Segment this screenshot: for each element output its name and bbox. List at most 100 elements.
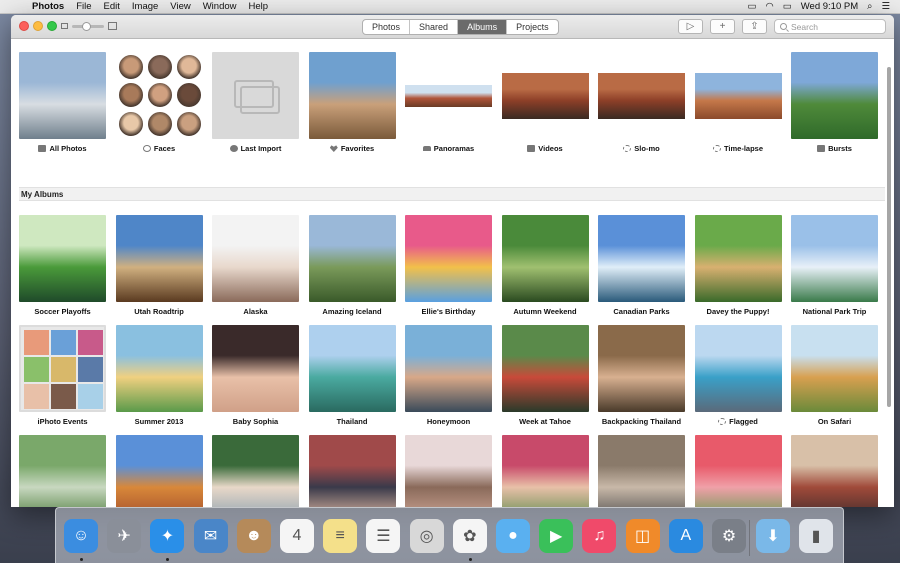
system-preferences-icon[interactable]: ⚙	[712, 519, 746, 553]
album-bursts[interactable]: Bursts	[791, 52, 878, 153]
album-tile[interactable]	[501, 435, 589, 507]
slideshow-button[interactable]: ▷	[678, 19, 703, 34]
finder-icon[interactable]: ☺	[64, 519, 98, 553]
face-thumbnail[interactable]	[175, 54, 202, 80]
face-thumbnail[interactable]	[117, 54, 144, 80]
album-national-park-trip[interactable]: National Park Trip	[791, 215, 878, 316]
notes-icon[interactable]: ≡	[323, 519, 358, 553]
close-button[interactable]	[19, 21, 29, 31]
album-ellie-s-birthday[interactable]: Ellie's Birthday	[405, 215, 492, 316]
tab-photos[interactable]: Photos	[363, 20, 411, 34]
album-on-safari[interactable]: On Safari	[791, 325, 878, 426]
itunes-icon[interactable]: ♫	[582, 519, 617, 553]
album-summer-2013[interactable]: Summer 2013	[115, 325, 203, 426]
album-honeymoon[interactable]: Honeymoon	[405, 325, 492, 426]
menu-help[interactable]: Help	[243, 1, 275, 12]
zoom-knob[interactable]	[82, 21, 91, 31]
album-tile[interactable]	[212, 435, 299, 507]
menu-image[interactable]: Image	[126, 1, 164, 12]
minimize-button[interactable]	[33, 21, 43, 31]
notification-center-icon[interactable]: ☰	[881, 1, 890, 12]
add-button[interactable]: +	[710, 19, 735, 34]
album-davey-the-puppy[interactable]: Davey the Puppy!	[694, 215, 782, 316]
face-thumbnail[interactable]	[175, 82, 202, 109]
face-thumbnail[interactable]	[146, 82, 173, 109]
album-backpacking-thailand[interactable]: Backpacking Thailand	[598, 325, 685, 426]
clock[interactable]: Wed 9:10 PM	[801, 1, 858, 12]
album-all-photos[interactable]: All Photos	[19, 52, 106, 153]
album-thailand[interactable]: Thailand	[308, 325, 396, 426]
fullscreen-button[interactable]	[47, 21, 57, 31]
menu-file[interactable]: File	[70, 1, 97, 12]
menu-window[interactable]: Window	[197, 1, 243, 12]
search-field[interactable]: Search	[774, 19, 886, 34]
album-tile[interactable]	[598, 435, 685, 507]
zoom-in-icon	[108, 22, 117, 30]
tab-shared[interactable]: Shared	[410, 20, 459, 34]
album-tile[interactable]	[694, 435, 782, 507]
album-slo-mo[interactable]: Slo-mo	[598, 52, 685, 153]
launchpad-icon[interactable]: ✈	[107, 519, 142, 553]
album-label-text: Backpacking Thailand	[601, 417, 682, 426]
face-thumbnail[interactable]	[146, 54, 173, 80]
album-iphoto-events[interactable]: iPhoto Events	[19, 325, 106, 426]
album-time-lapse[interactable]: Time-lapse	[694, 52, 782, 153]
mail-icon[interactable]: ✉	[193, 519, 228, 553]
album-utah-roadtrip[interactable]: Utah Roadtrip	[115, 215, 203, 316]
album-faces[interactable]: Faces	[116, 52, 203, 153]
downloads-folder-icon[interactable]: ⬇	[756, 519, 790, 553]
event-photo	[78, 384, 103, 409]
menu-edit[interactable]: Edit	[98, 1, 126, 12]
preview-icon[interactable]: ◎	[409, 519, 444, 553]
face-thumbnail[interactable]	[175, 110, 202, 137]
trash-icon[interactable]: ▮	[799, 519, 833, 553]
face-thumbnail[interactable]	[117, 82, 144, 109]
album-videos[interactable]: Videos	[501, 52, 589, 153]
album-thumbnail	[19, 435, 106, 507]
album-label-text: Slo-mo	[634, 144, 660, 153]
album-flagged[interactable]: Flagged	[694, 325, 782, 426]
facetime-icon[interactable]: ▶	[539, 519, 574, 553]
menu-app-name[interactable]: Photos	[26, 1, 70, 12]
messages-icon[interactable]: ●	[496, 519, 530, 553]
album-thumbnail	[19, 52, 106, 139]
menu-view[interactable]: View	[164, 1, 196, 12]
album-baby-sophia[interactable]: Baby Sophia	[212, 325, 299, 426]
album-tile[interactable]	[791, 435, 878, 507]
reminders-icon[interactable]: ☰	[366, 519, 401, 553]
album-last-import[interactable]: Last Import	[212, 52, 299, 153]
face-thumbnail[interactable]	[146, 110, 173, 137]
photos-icon[interactable]: ✿	[452, 519, 487, 553]
spotlight-icon[interactable]: ⌕	[867, 1, 872, 12]
album-tile[interactable]	[115, 435, 203, 507]
album-favorites[interactable]: Favorites	[308, 52, 396, 153]
album-panoramas[interactable]: Panoramas	[405, 52, 492, 153]
calendar-icon[interactable]: 4	[280, 519, 314, 553]
album-label-text: National Park Trip	[802, 307, 867, 316]
face-thumbnail[interactable]	[117, 110, 144, 137]
album-soccer-playoffs[interactable]: Soccer Playoffs	[19, 215, 106, 316]
tab-albums[interactable]: Albums	[458, 20, 508, 34]
album-autumn-weekend[interactable]: Autumn Weekend	[501, 215, 589, 316]
appstore-icon[interactable]: A	[668, 519, 703, 553]
album-tile[interactable]	[405, 435, 492, 507]
zoom-slider[interactable]	[61, 21, 117, 31]
safari-icon[interactable]: ✦	[150, 519, 185, 553]
album-label: Thailand	[309, 417, 396, 426]
tab-projects[interactable]: Projects	[507, 20, 558, 34]
album-tile[interactable]	[308, 435, 396, 507]
album-alaska[interactable]: Alaska	[212, 215, 299, 316]
album-thumbnail	[115, 215, 203, 302]
wifi-icon[interactable]: ◠	[765, 1, 773, 12]
scrollbar[interactable]	[887, 67, 891, 407]
album-week-at-tahoe[interactable]: Week at Tahoe	[501, 325, 589, 426]
share-button[interactable]: ⇪	[742, 19, 767, 34]
ibooks-icon[interactable]: ◫	[625, 519, 660, 553]
contacts-icon[interactable]: ☻	[236, 519, 271, 553]
battery-icon[interactable]: ▭	[783, 1, 792, 12]
album-amazing-iceland[interactable]: Amazing Iceland	[308, 215, 396, 316]
airplay-icon[interactable]: ▭	[747, 1, 756, 12]
album-tile[interactable]	[19, 435, 106, 507]
album-canadian-parks[interactable]: Canadian Parks	[598, 215, 685, 316]
zoom-track[interactable]	[72, 21, 104, 31]
